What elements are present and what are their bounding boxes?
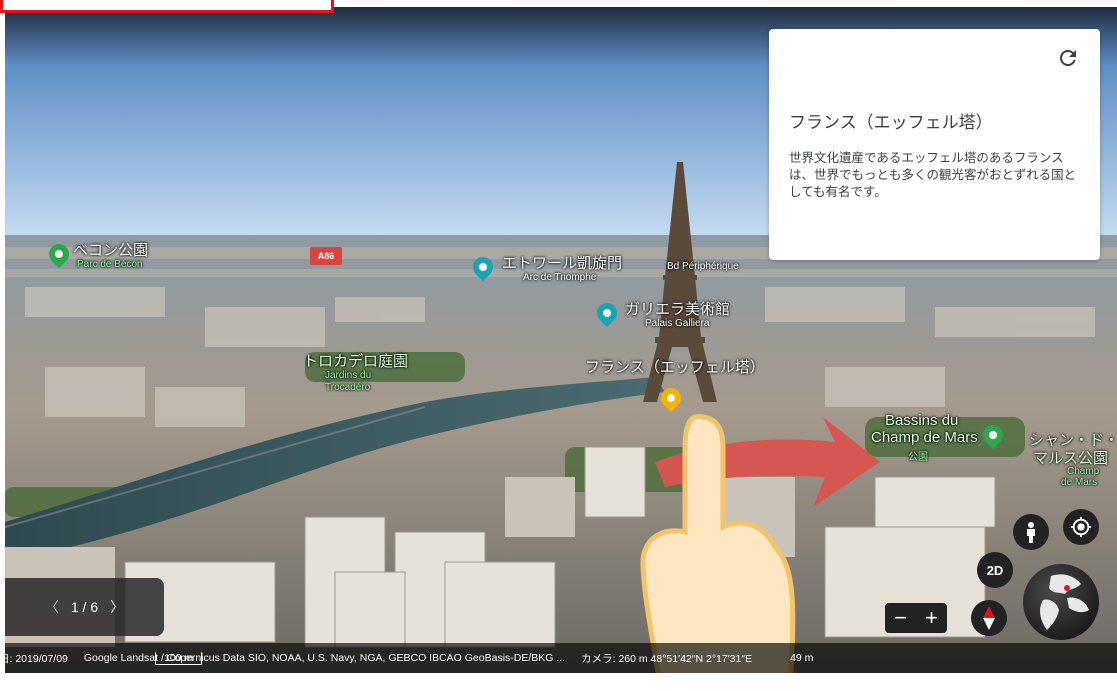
label-becon-park[interactable]: ベコン公園 (73, 239, 148, 260)
status-bar: 日: 2019/07/09 Google Landsat / Copernicu… (5, 643, 1117, 673)
my-location-icon[interactable] (1063, 509, 1099, 545)
tour-navigator: 〈 1 / 6 〉 (5, 578, 164, 636)
info-card-body: 世界文化遺産であるエッフェル塔のあるフランスは、世界でもっとも多くの観光客がおと… (789, 151, 1077, 199)
tour-next-button[interactable]: 〉 (110, 597, 124, 617)
zoom-control: − + (885, 603, 947, 633)
info-card: フランス（エッフェル塔） 世界文化遺産であるエッフェル塔のあるフランスは、世界で… (769, 29, 1100, 260)
refresh-icon[interactable] (1056, 46, 1080, 70)
scale-bar: 100 m (155, 651, 203, 665)
altitude-info: 49 m (790, 652, 814, 664)
tour-prev-button[interactable]: 〈 (45, 597, 59, 617)
label-trocadero[interactable]: トロカデロ庭園 (303, 350, 408, 371)
label-bassins-sub: 公園 (908, 452, 928, 463)
label-champ-fr-2: de Mars (1061, 477, 1098, 488)
tour-counter: 1 / 6 (70, 599, 99, 615)
label-champ-2[interactable]: マルス公園 (1033, 447, 1108, 468)
label-galliera-fr: Palais Galliera (645, 318, 710, 329)
scale-label: 100 m (155, 651, 203, 665)
label-trocadero-fr-1: Jardins du (325, 370, 372, 381)
map-viewport[interactable]: ベコン公園 Parc de Bécon A86 エトワール凱旋門 Arc de … (5, 7, 1117, 673)
label-galliera[interactable]: ガリエラ美術館 (625, 298, 730, 319)
mode-2d-button[interactable]: 2D (977, 552, 1013, 588)
compass-icon[interactable] (971, 600, 1007, 636)
zoom-out-button[interactable]: − (894, 605, 907, 631)
label-arc[interactable]: エトワール凱旋門 (502, 252, 622, 273)
globe-icon[interactable] (1023, 564, 1099, 640)
info-card-title: フランス（エッフェル塔） (789, 113, 993, 132)
label-champ-fr-1: Champ (1067, 466, 1100, 477)
label-bd-periph: Bd Périphérique (667, 261, 739, 272)
label-bassins-2[interactable]: Champ de Mars (871, 429, 978, 446)
label-becon-park-fr: Parc de Bécon (77, 259, 143, 270)
road-badge-a86: A86 (310, 247, 342, 265)
imagery-date: 日: 2019/07/09 (5, 652, 68, 665)
label-arc-fr: Arc de Triomphe (523, 272, 597, 283)
camera-info: カメラ: 260 m 48°51′42″N 2°17′31″E (581, 652, 753, 665)
highlight-frame (0, 0, 334, 13)
label-eiffel[interactable]: フランス（エッフェル塔） (585, 356, 765, 377)
zoom-in-button[interactable]: + (925, 605, 938, 631)
pegman-icon[interactable] (1013, 514, 1049, 550)
label-trocadero-fr-2: Trocadéro (325, 382, 371, 393)
label-bassins-1[interactable]: Bassins du (885, 412, 958, 429)
